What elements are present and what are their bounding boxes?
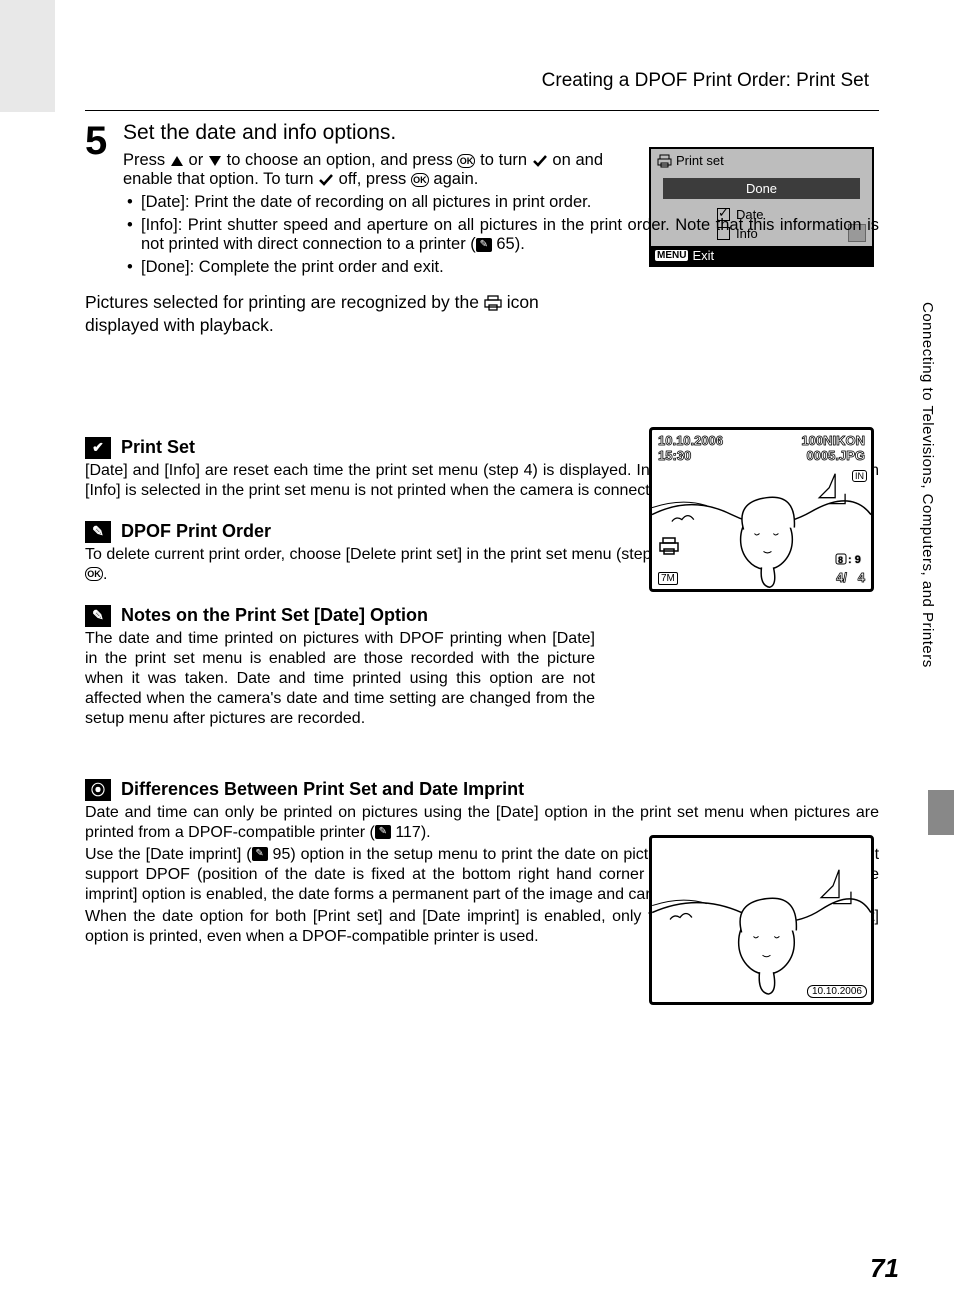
screen2-size: 7M	[658, 572, 678, 585]
page-number: 71	[870, 1253, 899, 1284]
page-ref-icon: ✎	[252, 847, 268, 861]
bullet-done: [Done]: Complete the print order and exi…	[127, 258, 879, 277]
print-order-icon	[484, 295, 502, 311]
checkmark-badge-icon: ✔	[85, 437, 111, 459]
ok-button-icon: OK	[411, 173, 429, 187]
bullet-date: [Date]: Print the date of recording on a…	[127, 193, 607, 212]
header-rule	[85, 110, 879, 111]
bullet-info: [Info]: Print shutter speed and aperture…	[127, 216, 879, 254]
step-title: Set the date and info options.	[123, 121, 879, 145]
screen-date-stamp-preview: 10.10.2006	[649, 835, 874, 1005]
down-triangle-icon	[208, 155, 222, 167]
section-print-set-title: Print Set	[121, 437, 195, 458]
section-diff-title: Differences Between Print Set and Date I…	[121, 779, 524, 800]
check-icon	[318, 173, 334, 187]
ok-button-icon: OK	[85, 567, 103, 581]
pencil-badge-icon: ✎	[85, 605, 111, 627]
screen1-title: Print set	[676, 153, 724, 168]
magnifier-badge-icon: ⦿	[85, 779, 111, 801]
screen2-in-badge: IN	[852, 470, 867, 482]
section-notes-title: Notes on the Print Set [Date] Option	[121, 605, 428, 626]
scene-illustration	[652, 838, 871, 1002]
date-stamp: 10.10.2006	[807, 985, 867, 998]
page-header-title: Creating a DPOF Print Order: Print Set	[85, 70, 879, 92]
section-diff-head: ⦿ Differences Between Print Set and Date…	[85, 779, 879, 801]
check-icon	[532, 154, 548, 168]
page-ref-icon: ✎	[375, 825, 391, 839]
screen2-quality: 8 : 9	[835, 550, 865, 567]
pencil-badge-icon: ✎	[85, 521, 111, 543]
screen2-count: 4/ 4	[836, 570, 865, 585]
section-dpof-title: DPOF Print Order	[121, 521, 271, 542]
screen1-done-row: Done	[663, 178, 860, 199]
up-triangle-icon	[170, 155, 184, 167]
page-ref-icon: ✎	[476, 238, 492, 252]
section-notes-body: The date and time printed on pictures wi…	[85, 629, 595, 729]
section-notes-head: ✎ Notes on the Print Set [Date] Option	[85, 605, 879, 627]
svg-text:: 9: : 9	[848, 554, 861, 566]
screen2-file: 0005.JPG	[801, 449, 865, 464]
screen-playback-preview: 10.10.2006 15:30 100NIKON 0005.JPG IN 7M…	[649, 427, 874, 592]
screen2-date: 10.10.2006	[658, 434, 723, 449]
print-order-icon	[658, 536, 680, 561]
ok-button-icon: OK	[457, 154, 475, 168]
screen2-folder: 100NIKON	[801, 434, 865, 449]
print-icon	[657, 154, 672, 168]
screen2-time: 15:30	[658, 449, 723, 464]
post-step-text: Pictures selected for printing are recog…	[85, 291, 585, 337]
svg-text:8: 8	[838, 555, 843, 565]
step-intro: Press or to choose an option, and press …	[123, 151, 603, 189]
